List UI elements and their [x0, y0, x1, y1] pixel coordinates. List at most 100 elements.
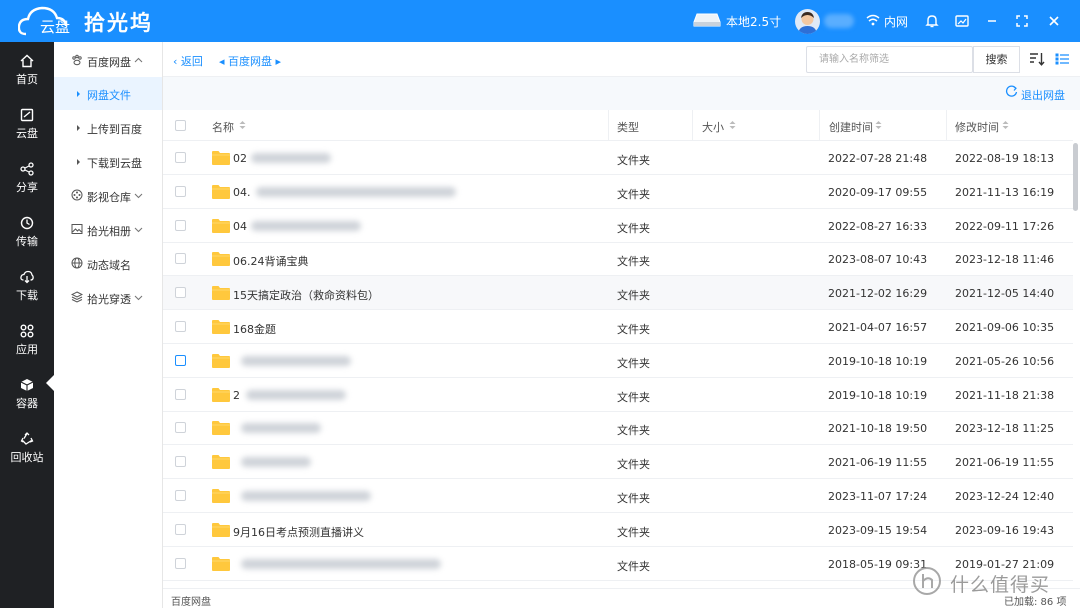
search-input[interactable]: 请输入名称筛选 [806, 46, 973, 73]
file-type: 文件夹 [617, 390, 650, 404]
network-label[interactable]: 内网 [884, 13, 908, 30]
created-time: 2021-12-02 16:29 [828, 287, 928, 301]
nav-home[interactable]: 首页 [0, 42, 54, 96]
hard-disk-icon[interactable] [693, 12, 721, 28]
nav-transfer[interactable]: 传输 [0, 204, 54, 258]
subnav-download-cloud[interactable]: 下载到云盘 [54, 145, 162, 178]
sort-caret-icon[interactable] [1002, 120, 1009, 130]
row-checkbox[interactable] [175, 354, 186, 366]
file-name[interactable]: 02 [233, 152, 247, 165]
row-checkbox[interactable] [175, 219, 186, 231]
file-name[interactable]: 15天搞定政治（救命资料包） [233, 287, 379, 303]
row-checkbox[interactable] [175, 557, 186, 569]
table-row[interactable]: 04. 文件夹 2020-09-17 09:55 2021-11-13 16:19 [163, 175, 1073, 209]
column-header-type[interactable]: 类型 [617, 119, 639, 135]
row-checkbox[interactable] [175, 388, 186, 400]
nav-share[interactable]: 分享 [0, 150, 54, 204]
created-time: 2019-10-18 10:19 [828, 354, 928, 368]
screenshot-icon[interactable] [954, 13, 970, 29]
row-checkbox[interactable] [175, 253, 186, 265]
nav-download[interactable]: 下载 [0, 258, 54, 312]
row-checkbox[interactable] [175, 456, 186, 468]
fullscreen-icon[interactable] [1014, 13, 1030, 29]
nav-label: 容器 [16, 397, 38, 410]
list-view-icon[interactable] [1055, 53, 1069, 65]
column-divider [946, 110, 947, 141]
file-name[interactable]: 04. [233, 186, 251, 199]
row-checkbox[interactable] [175, 321, 186, 332]
column-header-modified[interactable]: 修改时间 [955, 119, 999, 135]
blurred-name [256, 186, 456, 197]
table-row[interactable]: 04 文件夹 2022-08-27 16:33 2022-09-11 17:26 [163, 209, 1073, 243]
bell-icon[interactable] [924, 13, 940, 29]
column-header-name[interactable]: 名称 [212, 119, 234, 135]
column-header-created[interactable]: 创建时间 [829, 119, 873, 135]
table-row[interactable]: 168金题 文件夹 2021-04-07 16:57 2021-09-06 10:35 [163, 310, 1073, 344]
subnav-netdisk-files[interactable]: 网盘文件 [54, 77, 162, 110]
row-checkbox[interactable] [175, 287, 186, 299]
folder-icon [212, 489, 230, 503]
file-name[interactable]: 9月16日考点预测直播讲义 [233, 524, 364, 540]
sort-caret-icon[interactable] [729, 120, 736, 130]
table-row[interactable]: 文件夹 2023-11-07 17:24 2023-12-24 12:40 [163, 479, 1073, 513]
table-row[interactable]: 15天搞定政治（救命资料包） 文件夹 2021-12-02 16:29 2021-12… [163, 276, 1073, 311]
breadcrumb[interactable]: ◂ 百度网盘 ▸ [219, 53, 281, 69]
sort-icon[interactable] [1029, 52, 1045, 66]
nav-recycle-bin[interactable]: 回收站 [0, 420, 54, 474]
row-checkbox[interactable] [175, 523, 186, 535]
watermark-logo-icon [913, 567, 941, 595]
nav-apps[interactable]: 应用 [0, 312, 54, 366]
table-row[interactable]: 文件夹 2019-10-18 10:19 2021-05-26 10:56 [163, 344, 1073, 378]
table-row[interactable]: 02 文件夹 2022-07-28 21:48 2022-08-19 18:13 [163, 141, 1073, 175]
subnav-ddns[interactable]: 动态域名 [54, 247, 162, 280]
bullet-icon [77, 159, 80, 165]
disk-label[interactable]: 本地2.5寸 [726, 13, 781, 30]
close-icon[interactable] [1046, 13, 1062, 29]
file-type: 文件夹 [617, 356, 650, 370]
table-row[interactable]: 文件夹 2021-10-18 19:50 2023-12-18 11:25 [163, 411, 1073, 446]
row-checkbox[interactable] [175, 185, 186, 197]
table-row[interactable]: 2 文件夹 2019-10-18 10:19 2021-11-18 21:38 [163, 378, 1073, 412]
toolbar: ‹ 返回 ◂ 百度网盘 ▸ 请输入名称筛选 搜索 [163, 42, 1080, 77]
table-row[interactable]: 06.24背诵宝典 文件夹 2023-08-07 10:43 2023-12-18 1… [163, 242, 1073, 277]
home-icon [20, 54, 34, 68]
file-name[interactable]: 2 [233, 389, 240, 402]
blurred-name [241, 423, 321, 434]
sort-caret-icon[interactable] [875, 120, 882, 130]
subnav-tunnel[interactable]: 拾光穿透 [54, 281, 162, 314]
subnav-upload-baidu[interactable]: 上传到百度 [54, 111, 162, 144]
subnav-label: 拾光穿透 [87, 293, 131, 306]
file-type: 文件夹 [617, 255, 650, 269]
select-all-checkbox[interactable] [175, 120, 186, 131]
file-name[interactable]: 06.24背诵宝典 [233, 253, 309, 269]
subnav-video[interactable]: 影视仓库 [54, 179, 162, 212]
bullet-icon [77, 125, 80, 131]
subnav-baidu[interactable]: 百度网盘 [54, 44, 162, 77]
back-button[interactable]: ‹ 返回 [173, 53, 203, 69]
table-row[interactable]: 9月16日考点预测直播讲义 文件夹 2023-09-15 19:54 2023-09-… [163, 513, 1073, 547]
created-time: 2021-10-18 19:50 [828, 422, 928, 436]
back-label: 返回 [180, 55, 203, 68]
subnav-album[interactable]: 拾光相册 [54, 213, 162, 246]
row-checkbox[interactable] [175, 490, 186, 501]
file-name[interactable]: 04 [233, 220, 247, 233]
created-time: 2023-11-07 17:24 [828, 490, 928, 503]
row-checkbox[interactable] [175, 422, 186, 434]
exit-netdisk-button[interactable]: 退出网盘 [1021, 87, 1065, 103]
avatar[interactable] [795, 9, 820, 34]
column-header-size[interactable]: 大小 [702, 119, 724, 135]
nav-label: 首页 [16, 73, 38, 86]
file-type: 文件夹 [617, 187, 650, 201]
folder-icon [212, 421, 230, 436]
nav-cloud[interactable]: 云盘 [0, 96, 54, 150]
main-nav: 首页 云盘 分享 传输 下载 应用 容器 回收站 [0, 42, 54, 608]
scrollbar[interactable] [1073, 143, 1078, 211]
table-row[interactable]: 文件夹 2021-06-19 11:55 2021-06-19 11:55 [163, 445, 1073, 480]
sort-caret-icon[interactable] [239, 120, 246, 130]
file-name[interactable]: 168金题 [233, 321, 276, 337]
row-checkbox[interactable] [175, 152, 186, 163]
minimize-icon[interactable] [984, 13, 1000, 29]
search-button[interactable]: 搜索 [973, 46, 1020, 73]
modified-time: 2021-05-26 10:56 [955, 354, 1055, 368]
folder-icon [212, 184, 230, 199]
